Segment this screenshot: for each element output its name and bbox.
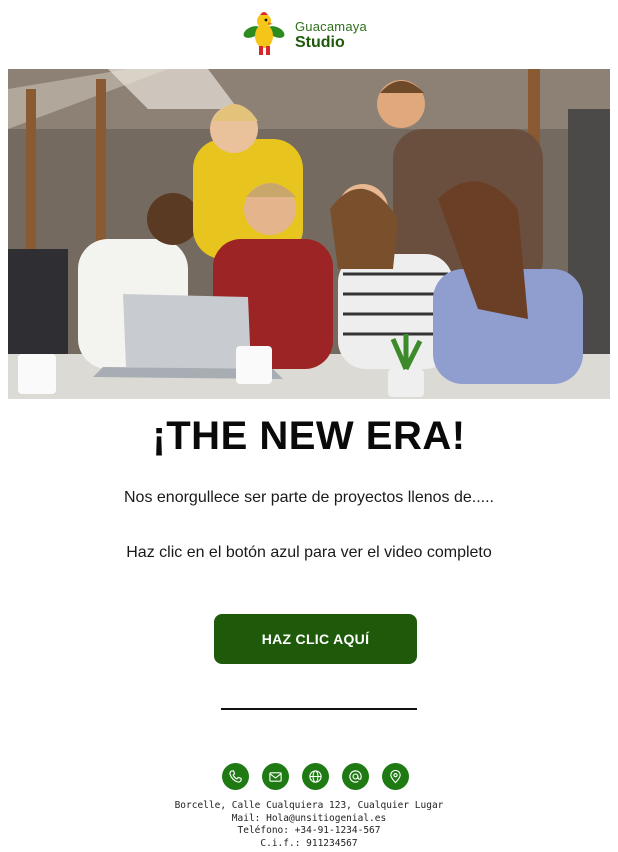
footer-mail[interactable]: Mail: Hola@unsitiogenial.es — [0, 813, 618, 826]
parrot-mascot-icon — [243, 12, 285, 55]
mail-icon[interactable] — [262, 763, 289, 790]
brand-name-top: Guacamaya — [295, 19, 367, 34]
headline: ¡THE NEW ERA! — [152, 414, 466, 458]
intro-text: Nos enorgullece ser parte de proyectos l… — [124, 489, 494, 506]
at-icon[interactable] — [342, 763, 369, 790]
divider — [221, 708, 417, 710]
email-header: Guacamaya Studio — [0, 0, 618, 66]
instruction-text: Haz clic en el botón azul para ver el vi… — [126, 544, 492, 561]
brand-name: Guacamaya Studio — [295, 20, 367, 51]
footer-address: Borcelle, Calle Cualquiera 123, Cualquie… — [174, 800, 444, 811]
contact-icons — [222, 763, 410, 791]
footer-phone[interactable]: Teléfono: +34-91-1234-567 — [0, 825, 618, 838]
brand-logo[interactable]: Guacamaya Studio — [240, 8, 380, 58]
brand-name-bottom: Studio — [295, 34, 345, 51]
phone-icon[interactable] — [222, 763, 249, 790]
footer: Borcelle, Calle Cualquiera 123, Cualquie… — [0, 800, 618, 850]
cta-button[interactable]: HAZ CLIC AQUÍ — [214, 614, 417, 664]
hero-image — [8, 69, 610, 399]
location-pin-icon[interactable] — [382, 763, 409, 790]
footer-cif: C.i.f.: 911234567 — [260, 837, 358, 849]
globe-icon[interactable] — [302, 763, 329, 790]
